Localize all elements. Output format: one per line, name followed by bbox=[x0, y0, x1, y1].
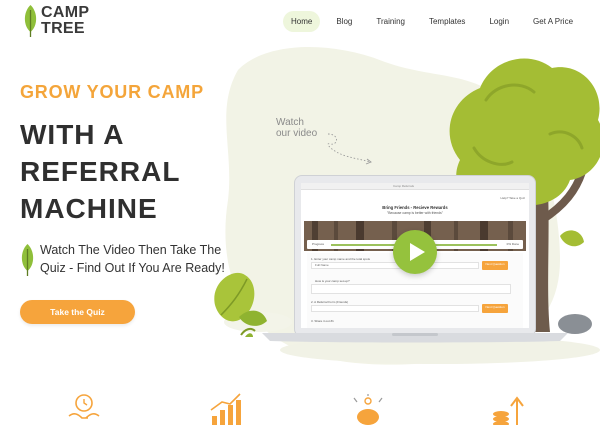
referral-input[interactable] bbox=[311, 305, 479, 312]
growth-chart-icon bbox=[210, 393, 241, 425]
hero-headline: WITH A REFERRAL MACHINE bbox=[20, 116, 180, 227]
browser-bar: Camp Referrals bbox=[301, 183, 529, 190]
headline-line-3: MACHINE bbox=[20, 193, 158, 224]
main-nav: Home Blog Training Templates Login Get A… bbox=[283, 11, 589, 32]
question-3-label: 2. A Referral Form (Friends) bbox=[311, 300, 349, 304]
dotted-arrow-icon bbox=[327, 133, 372, 165]
next-question-button-1[interactable]: Next Question bbox=[482, 261, 508, 270]
watch-line-1: Watch bbox=[276, 117, 304, 128]
screen-corner-text: Help? Take a Quiz bbox=[500, 196, 525, 200]
screen-heading: Bring Friends - Recieve Rewards bbox=[382, 205, 448, 210]
site-header: CAMP TREE Home Blog Training Templates L… bbox=[0, 0, 600, 44]
nav-get-a-price[interactable]: Get A Price bbox=[525, 11, 581, 32]
laptop-base bbox=[262, 333, 568, 343]
leaf-bullet-icon bbox=[21, 244, 34, 276]
browser-title: Camp Referrals bbox=[393, 184, 415, 188]
take-quiz-button[interactable]: Take the Quiz bbox=[20, 300, 135, 324]
brand-name: CAMP TREE bbox=[41, 5, 89, 37]
subtext-line-2: Quiz - Find Out If You Are Ready! bbox=[40, 261, 225, 275]
hero-eyebrow: GROW YOUR CAMP bbox=[20, 82, 204, 102]
next-question-button-2[interactable]: Next Question bbox=[482, 304, 508, 313]
headline-line-1: WITH A bbox=[20, 119, 125, 150]
nav-templates[interactable]: Templates bbox=[421, 11, 473, 32]
piggy-bank-icon bbox=[353, 394, 383, 425]
progress-percent: 0% Done bbox=[506, 242, 519, 246]
nav-login[interactable]: Login bbox=[481, 11, 517, 32]
brand-line-1: CAMP bbox=[41, 4, 90, 21]
hand-clock-icon bbox=[68, 394, 100, 419]
play-icon bbox=[410, 243, 425, 261]
setup-textarea[interactable] bbox=[311, 284, 511, 294]
hero-subtext: Watch The Video Then Take The Quiz - Fin… bbox=[40, 241, 225, 277]
subtext-line-1: Watch The Video Then Take The bbox=[40, 243, 222, 257]
nav-blog[interactable]: Blog bbox=[328, 11, 360, 32]
brand-line-2: TREE bbox=[41, 20, 85, 37]
play-button[interactable] bbox=[393, 230, 437, 274]
question-1-label: 1. Enter your camp name and the total sp… bbox=[311, 257, 371, 261]
progress-label: Progress bbox=[312, 242, 325, 246]
leaf-logo-icon bbox=[24, 5, 37, 37]
logo[interactable]: CAMP TREE bbox=[22, 4, 92, 40]
question-2-label: How is your camp set-up? bbox=[315, 279, 350, 283]
watch-line-2: our video bbox=[276, 128, 318, 139]
question-4-label: 3. Share it out #1 bbox=[311, 319, 334, 323]
nav-training[interactable]: Training bbox=[368, 11, 413, 32]
nav-home[interactable]: Home bbox=[283, 11, 321, 32]
coins-growth-icon bbox=[493, 396, 524, 425]
watch-video-label: Watch our video bbox=[276, 117, 317, 139]
headline-line-2: REFERRAL bbox=[20, 156, 181, 187]
screen-subheading: "Because camp is better with friends" bbox=[387, 211, 443, 215]
